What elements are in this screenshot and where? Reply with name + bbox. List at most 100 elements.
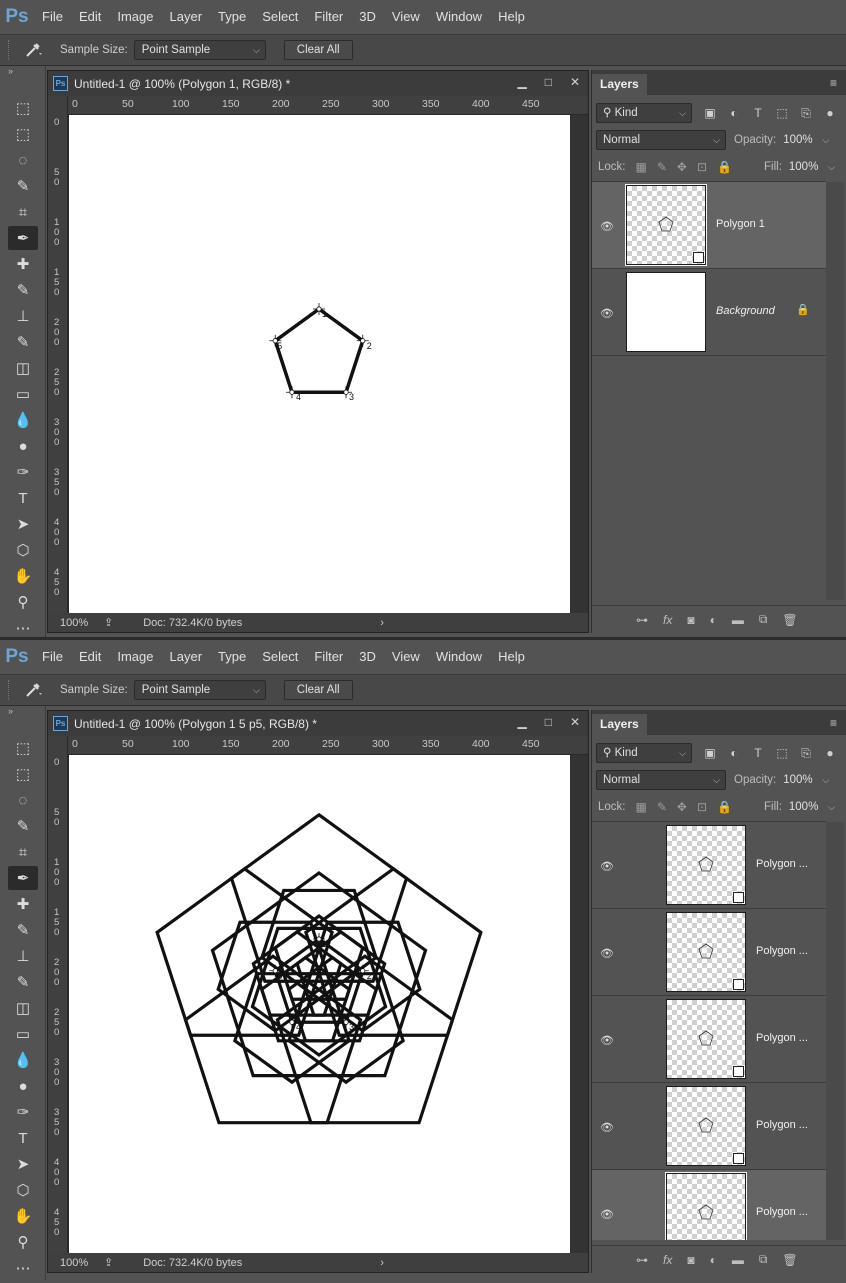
horizontal-ruler[interactable]: 0 50 100 150 200 250 300 350 400 450	[68, 96, 588, 115]
sample-size-dropdown[interactable]: Point Sample ⌵	[133, 680, 266, 700]
eraser-icon[interactable]: ◫	[8, 356, 38, 380]
layer-name[interactable]: Background	[716, 305, 775, 317]
visibility-eye-icon[interactable]: 👁	[600, 220, 614, 233]
lock-artboard-icon[interactable]: ⊡	[697, 160, 707, 174]
eyedropper-icon[interactable]: ✒	[8, 866, 38, 890]
layer-name[interactable]: Polygon ...	[756, 1032, 808, 1044]
layer-list-scrollbar[interactable]	[826, 182, 844, 600]
adjustment-filter-icon[interactable]: ◐	[728, 106, 740, 120]
lock-position-icon[interactable]: ✥	[677, 800, 687, 814]
doc-info[interactable]: Doc: 732.4K/0 bytes	[143, 1257, 242, 1269]
hand-icon[interactable]: ✋	[8, 564, 38, 588]
lock-all-icon[interactable]: 🔒	[717, 800, 732, 814]
pen-icon[interactable]: ✑	[8, 1100, 38, 1124]
options-grip[interactable]	[8, 40, 16, 60]
healing-brush-icon[interactable]: ✚	[8, 892, 38, 916]
visibility-eye-icon[interactable]: 👁	[600, 860, 614, 873]
menu-item[interactable]: Window	[428, 0, 490, 34]
pixel-filter-icon[interactable]: ▣	[704, 106, 716, 120]
zoom-icon[interactable]: ⚲	[8, 1230, 38, 1254]
link-layers-icon[interactable]: ⊶	[636, 613, 648, 627]
vertical-ruler[interactable]: 0 5 0 1 0 0 1 5 0 2 0 0 2 5 0 3 0 0 3 5 0 4 0 0 4…	[48, 96, 68, 616]
polygon-tool-icon[interactable]: ⬡	[8, 1178, 38, 1202]
hand-icon[interactable]: ✋	[8, 1204, 38, 1228]
canvas-scrollbar[interactable]	[570, 755, 588, 1254]
anchor-point[interactable]: 4	[285, 386, 301, 402]
layer-thumbnail[interactable]	[625, 184, 707, 266]
close-icon[interactable]: ✕	[570, 715, 580, 729]
chevron-right-icon[interactable]: ›	[380, 617, 384, 629]
horizontal-ruler[interactable]: 0 50 100 150 200 250 300 350 400 450	[68, 736, 588, 755]
healing-brush-icon[interactable]: ✚	[8, 252, 38, 276]
new-layer-icon[interactable]: ⧉	[759, 1252, 768, 1267]
rectangular-marquee-icon[interactable]: ⬚	[8, 122, 38, 146]
close-icon[interactable]: ✕	[570, 75, 580, 89]
link-layers-icon[interactable]: ⊶	[636, 1253, 648, 1267]
lasso-icon[interactable]: ◌	[8, 788, 38, 812]
chevron-right-icon[interactable]: ›	[380, 1257, 384, 1269]
menu-item[interactable]: Window	[428, 640, 490, 674]
minimize-icon[interactable]: ▁	[517, 75, 526, 89]
collapse-panel-icon[interactable]: »	[8, 66, 13, 76]
menu-item[interactable]: Edit	[71, 640, 109, 674]
collapse-panel-icon[interactable]: »	[8, 706, 13, 716]
menu-item[interactable]: Layer	[162, 0, 211, 34]
menu-item[interactable]: Image	[109, 0, 161, 34]
gradient-icon[interactable]: ▭	[8, 382, 38, 406]
menu-item[interactable]: Help	[490, 640, 533, 674]
blend-mode-dropdown[interactable]: Normal ⌵	[596, 770, 726, 790]
clone-stamp-icon[interactable]: ⊥	[8, 944, 38, 968]
add-mask-icon[interactable]: ◙	[687, 613, 694, 627]
layer-name[interactable]: Polygon 1	[716, 218, 765, 230]
lock-transparency-icon[interactable]: ▦	[636, 800, 647, 814]
sample-size-dropdown[interactable]: Point Sample ⌵	[133, 40, 266, 60]
shape-filter-icon[interactable]: ⬚	[776, 746, 788, 760]
visibility-eye-icon[interactable]: 👁	[600, 1121, 614, 1134]
menu-item[interactable]: Select	[254, 640, 306, 674]
lasso-icon[interactable]: ◌	[8, 148, 38, 172]
move-artboard-icon[interactable]: ⬚	[8, 736, 38, 760]
zoom-level[interactable]: 100%	[60, 617, 92, 629]
crop-icon[interactable]: ⌗	[8, 200, 38, 224]
canvas-area[interactable]: 1 2 3 4 5	[69, 115, 588, 614]
adjustment-filter-icon[interactable]: ◐	[728, 746, 740, 760]
adjustment-layer-icon[interactable]: ◐	[710, 613, 717, 627]
lock-transparency-icon[interactable]: ▦	[636, 160, 647, 174]
opacity-field[interactable]: 100% ⌵	[780, 130, 834, 150]
fill-field[interactable]: 100% ⌵	[786, 797, 840, 817]
menu-item[interactable]: Image	[109, 640, 161, 674]
layer-thumbnail[interactable]	[666, 912, 746, 992]
options-grip[interactable]	[8, 680, 16, 700]
layer-name[interactable]: Polygon ...	[756, 1206, 808, 1218]
new-group-icon[interactable]: ▬	[732, 1253, 744, 1267]
pentagon-shape[interactable]	[229, 812, 409, 983]
brush-icon[interactable]: ✎	[8, 278, 38, 302]
layer-list-scrollbar[interactable]	[826, 822, 844, 1240]
lock-artboard-icon[interactable]: ⊡	[697, 800, 707, 814]
layer-row[interactable]: 👁 Background 🔒	[592, 269, 826, 356]
panel-menu-icon[interactable]: ≡	[830, 716, 837, 730]
visibility-eye-icon[interactable]: 👁	[600, 1208, 614, 1221]
lock-position-icon[interactable]: ✥	[677, 160, 687, 174]
zoom-level[interactable]: 100%	[60, 1257, 92, 1269]
layer-thumbnail[interactable]	[626, 272, 706, 352]
dodge-icon[interactable]: ●	[8, 434, 38, 458]
fx-icon[interactable]: fx	[663, 613, 672, 627]
smart-object-filter-icon[interactable]: ⎘	[800, 746, 812, 761]
lock-pixels-icon[interactable]: ✎	[657, 800, 667, 814]
menu-item[interactable]: Type	[210, 0, 254, 34]
document-tab[interactable]: Ps Untitled-1 @ 100% (Polygon 1, RGB/8) …	[48, 71, 588, 96]
canvas[interactable]: 1 2 3 4 5	[69, 115, 570, 614]
path-selection-icon[interactable]: ➤	[8, 1152, 38, 1176]
new-layer-icon[interactable]: ⧉	[759, 612, 768, 627]
export-icon[interactable]: ⇪	[104, 616, 113, 629]
menu-item[interactable]: File	[34, 640, 71, 674]
layer-row[interactable]: 👁 Polygon 1	[592, 182, 826, 269]
maximize-icon[interactable]: □	[545, 75, 552, 89]
layer-thumbnail[interactable]	[665, 1172, 747, 1240]
clone-stamp-icon[interactable]: ⊥	[8, 304, 38, 328]
fill-field[interactable]: 100% ⌵	[786, 157, 840, 177]
layer-row[interactable]: 👁 Polygon ...	[592, 1170, 826, 1240]
eraser-icon[interactable]: ◫	[8, 996, 38, 1020]
layer-thumbnail[interactable]	[666, 1086, 746, 1166]
